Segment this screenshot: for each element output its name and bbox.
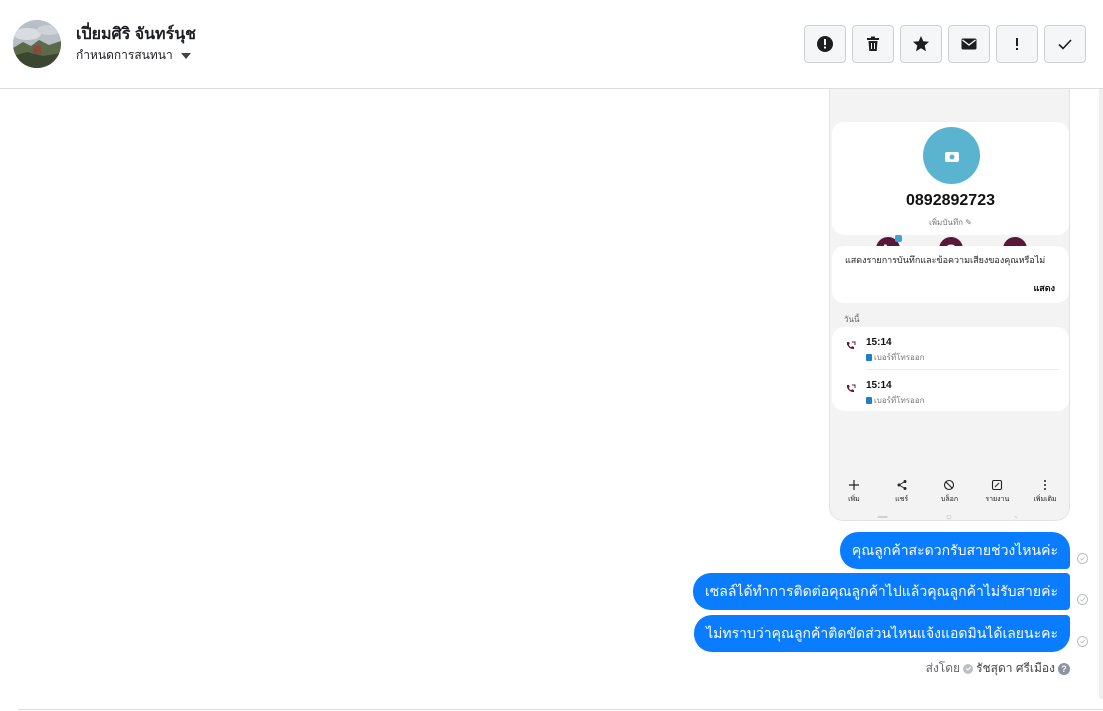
share-icon [897, 480, 907, 490]
image-attachment[interactable]: 0892892723 เพิ่มบันทึก ✎ แสดงรายการบันทึ… [829, 89, 1070, 521]
exclamation-icon [1016, 38, 1018, 50]
show-button: แสดง [1033, 283, 1055, 293]
contact-card: 0892892723 เพิ่มบันทึก ✎ [832, 122, 1069, 261]
contact-avatar[interactable] [13, 20, 61, 68]
contact-name: เปี่ยมศิริ จันทร์นุช [76, 26, 196, 43]
mark-done-button[interactable] [1044, 25, 1086, 63]
follow-up-button[interactable] [996, 25, 1038, 63]
report-icon [992, 479, 1003, 491]
envelope-icon [961, 38, 977, 50]
camera-icon [944, 151, 959, 162]
outgoing-message[interactable]: คุณลูกค้าสะดวกรับสายช่วงไหนค่ะ [839, 532, 1070, 569]
report-action: รายงาน [977, 479, 1017, 511]
sim-icon [866, 354, 872, 361]
outgoing-call-icon [847, 384, 856, 393]
help-icon[interactable]: ? [1058, 662, 1070, 675]
call-type-label: เบอร์ที่โทรออก [874, 396, 925, 405]
assign-label: กำหนดการสนทนา [76, 48, 173, 62]
call-log-card: 15:14 เบอร์ที่โทรออก 15:14 เบอร์ที่โทรออ… [832, 327, 1069, 411]
more-icon [1044, 480, 1047, 490]
plus-icon [848, 480, 859, 490]
call-type-label: เบอร์ที่โทรออก [874, 353, 925, 362]
sent-by-prefix: ส่งโดย [925, 661, 961, 675]
sent-by-label: ส่งโดย รัชสุดา ศรีเมือง ? [926, 659, 1070, 678]
checkmark-icon [1058, 39, 1072, 50]
voicemail-question: แสดงรายการบันทึกและข้อความเสียงของคุณหรื… [845, 255, 1046, 265]
outgoing-message[interactable]: เซลล์ได้ทำการติดต่อคุณลูกค้าไปแล้วคุณลูก… [692, 573, 1070, 610]
call-time: 15:14 [866, 337, 892, 348]
composer-divider [18, 709, 1103, 710]
call-log-row: 15:14 เบอร์ที่โทรออก [832, 327, 1069, 370]
contact-photo [923, 127, 980, 184]
star-button[interactable] [900, 25, 942, 63]
phone-bottom-actions: เพิ่ม แชร์ บล็อก รายงาน เพิ่มเติม [830, 479, 1069, 511]
agent-name[interactable]: รัชสุดา ศรีเมือง [976, 659, 1055, 678]
outgoing-call-icon [847, 341, 856, 350]
android-nav-hint [877, 515, 1018, 520]
sent-check-icon [1077, 553, 1088, 564]
phone-number: 0892892723 [906, 192, 995, 209]
outgoing-message[interactable]: ไม่ทราบว่าคุณลูกค้าติดขัดส่วนไหนแจ้งแอดม… [694, 615, 1070, 652]
mark-unread-button[interactable] [948, 25, 990, 63]
block-action: บล็อก [929, 479, 969, 511]
add-action: เพิ่ม [834, 479, 874, 511]
message-thread: 0892892723 เพิ่มบันทึก ✎ แสดงรายการบันทึ… [0, 89, 1103, 711]
delete-button[interactable] [852, 25, 894, 63]
star-icon [913, 36, 929, 52]
verified-check-icon [963, 663, 974, 674]
thread-scrollbar[interactable] [1099, 89, 1103, 699]
sent-check-icon [1077, 636, 1088, 647]
call-log-row: 15:14 เบอร์ที่โทรออก [832, 370, 1069, 412]
caret-down-icon [180, 52, 191, 59]
sim-icon [866, 397, 872, 404]
share-action: แชร์ [882, 479, 922, 511]
section-today: วันนี้ [844, 315, 860, 324]
block-icon [944, 479, 955, 491]
sent-check-icon [1077, 594, 1088, 605]
call-time: 15:14 [866, 380, 892, 391]
alert-circle-icon [817, 36, 833, 52]
assign-conversation-dropdown[interactable]: กำหนดการสนทนา [76, 46, 191, 65]
conversation-toolbar [804, 25, 1086, 63]
mark-spam-button[interactable] [804, 25, 846, 63]
trash-icon [867, 36, 879, 51]
voicemail-card: แสดงรายการบันทึกและข้อความเสียงของคุณหรื… [832, 246, 1069, 303]
add-note-label: เพิ่มบันทึก ✎ [929, 218, 972, 227]
more-action: เพิ่มเติม [1025, 479, 1065, 511]
conversation-header: เปี่ยมศิริ จันทร์นุช กำหนดการสนทนา [0, 0, 1103, 89]
